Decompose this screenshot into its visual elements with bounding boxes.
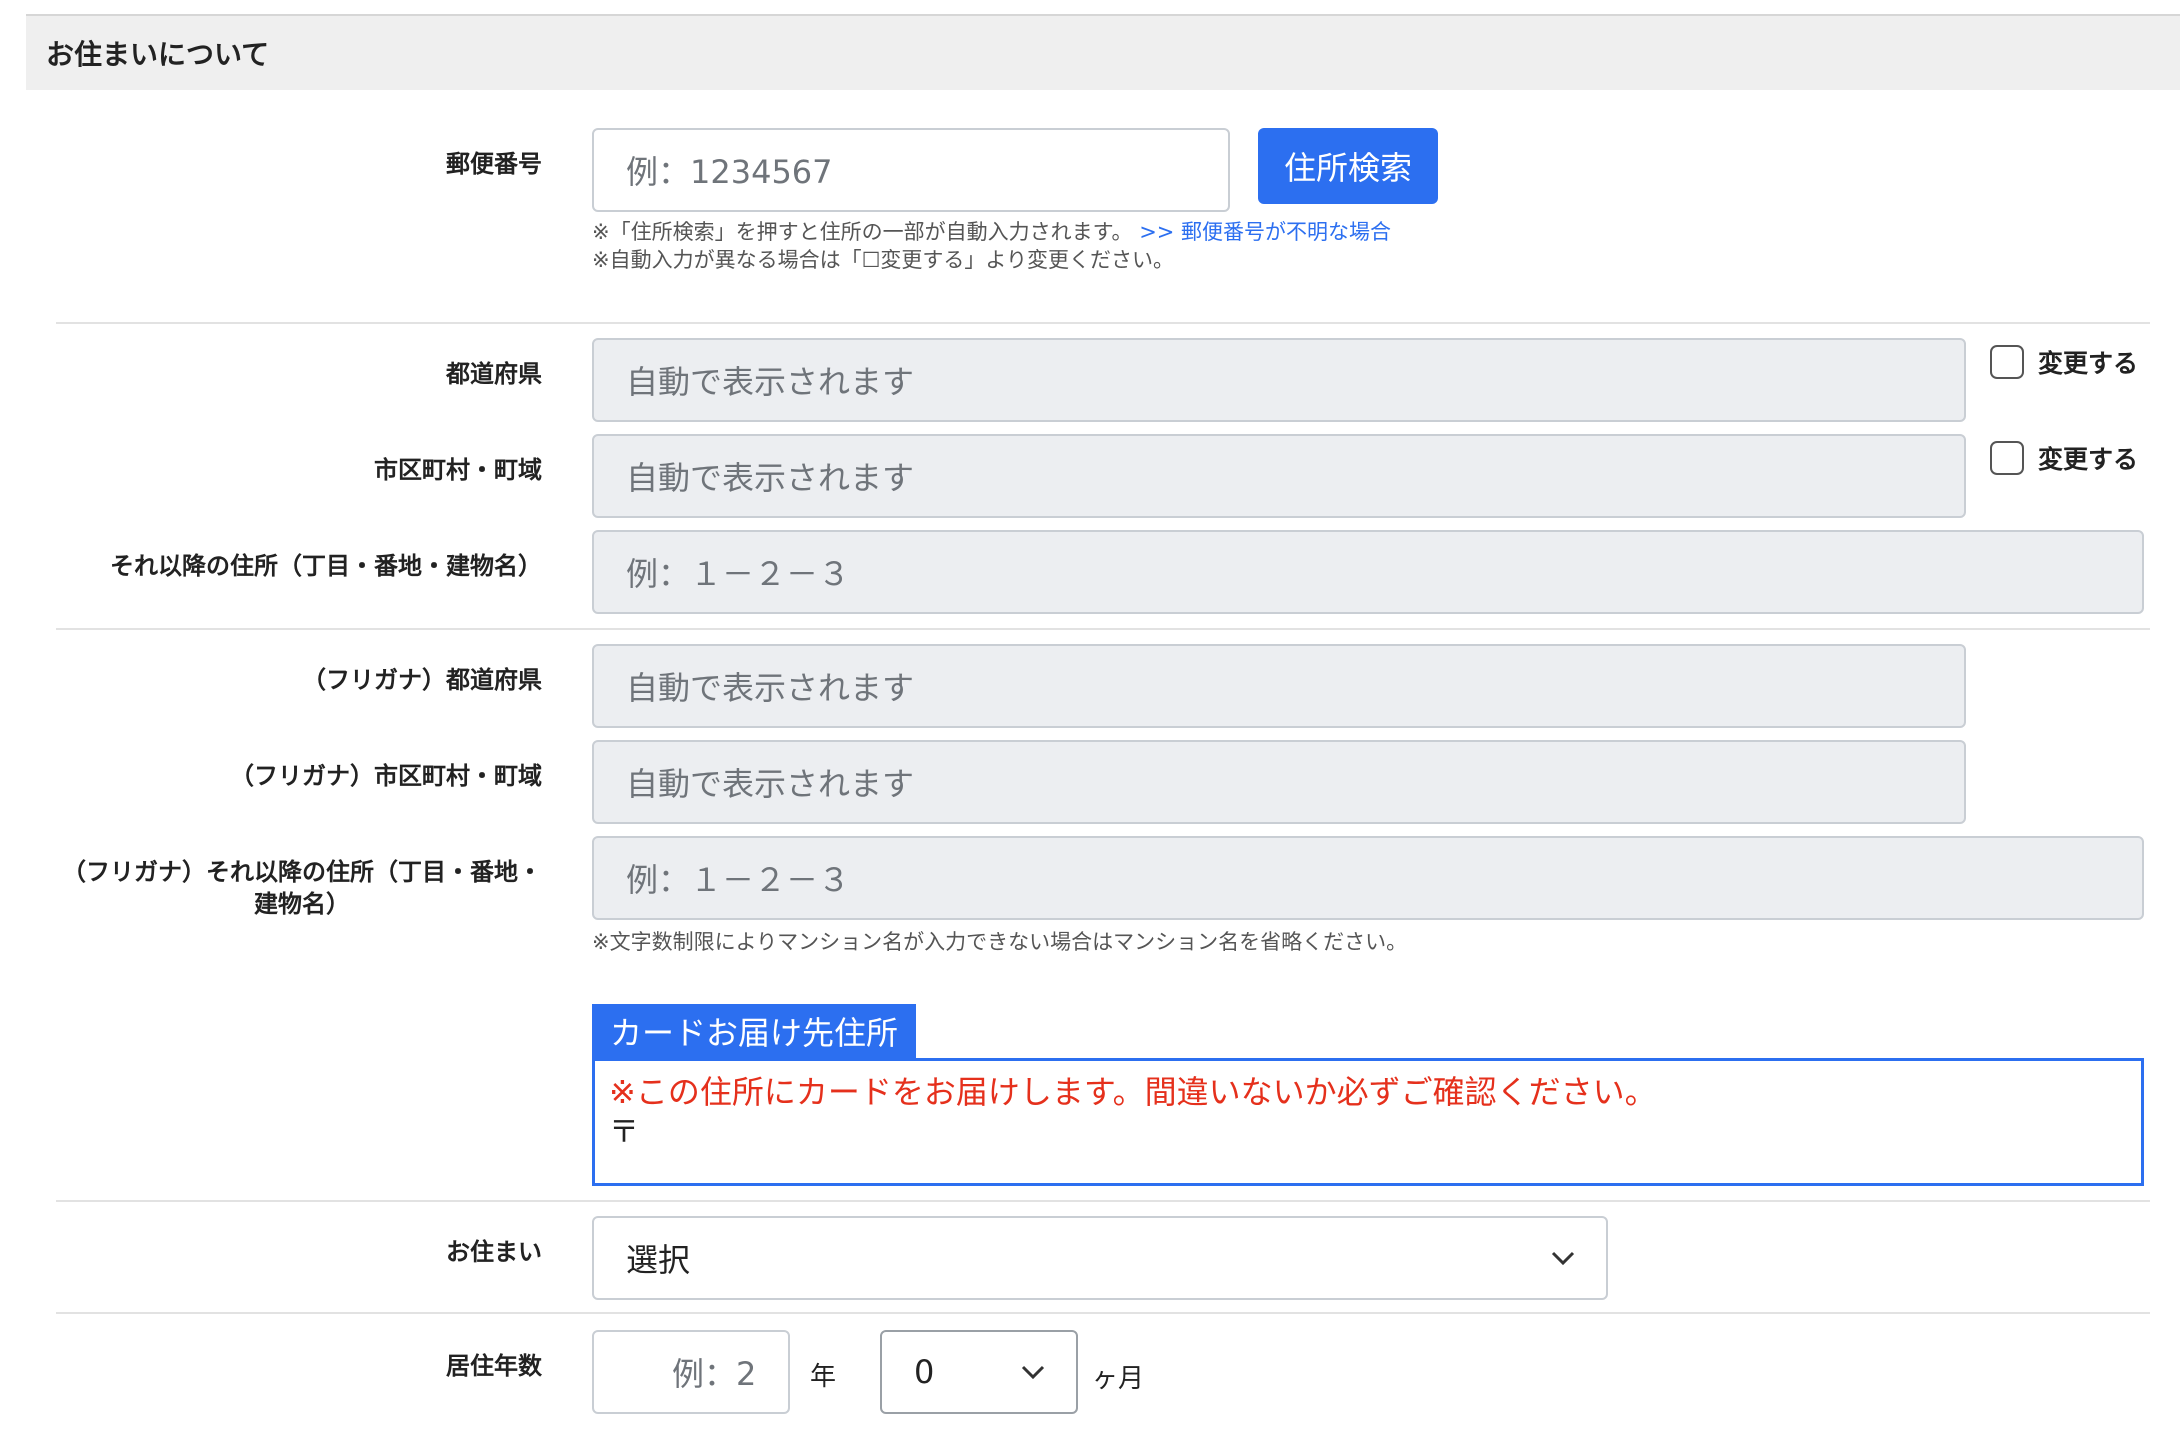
postal-note: ※「住所検索」を押すと住所の一部が自動入力されます。 >> 郵便番号が不明な場合	[592, 220, 1392, 244]
furigana-rest-label: （フリガナ）それ以降の住所（丁目・番地・建物名）	[62, 858, 542, 918]
divider	[56, 628, 2150, 630]
prefecture-change-checkbox[interactable]: 変更する	[1990, 344, 2138, 380]
rest-address-input[interactable]: 例：１－２－３	[592, 530, 2144, 614]
furigana-prefecture-label: （フリガナ）都道府県	[302, 666, 542, 694]
card-postal-mark: 〒	[609, 1115, 639, 1150]
city-label: 市区町村・町域	[374, 456, 542, 484]
rest-address-label: それ以降の住所（丁目・番地・建物名）	[110, 552, 542, 580]
divider	[56, 322, 2150, 324]
months-select[interactable]: 0	[880, 1330, 1078, 1414]
prefecture-label: 都道府県	[446, 360, 542, 388]
furigana-city-label: （フリガナ）市区町村・町域	[230, 762, 542, 790]
residence-selected: 選択	[626, 1241, 691, 1279]
furigana-rest-input[interactable]: 例：１－２－３	[592, 836, 2144, 920]
postal-code-input[interactable]: 例：1234567	[592, 128, 1230, 212]
postal-unknown-link[interactable]: >> 郵便番号が不明な場合	[1139, 220, 1391, 244]
years-input[interactable]: 例：2	[592, 1330, 790, 1414]
postal-note-2: ※自動入力が異なる場合は「☐変更する」より変更ください。	[592, 248, 1174, 272]
card-address-tag: カードお届け先住所	[592, 1004, 917, 1058]
furigana-prefecture-input[interactable]: 自動で表示されます	[592, 644, 1966, 728]
card-address-warning: ※この住所にカードをお届けします。間違いないか必ずご確認ください。	[609, 1073, 1657, 1111]
furigana-city-input[interactable]: 自動で表示されます	[592, 740, 1966, 824]
residence-select[interactable]: 選択	[592, 1216, 1608, 1300]
card-address-box: ※この住所にカードをお届けします。間違いないか必ずご確認ください。 〒	[592, 1058, 2144, 1186]
change-label[interactable]: 変更する	[2038, 440, 2138, 476]
years-label: 居住年数	[446, 1352, 542, 1380]
change-label[interactable]: 変更する	[2038, 344, 2138, 380]
chevron-down-icon	[1551, 1251, 1575, 1266]
divider	[56, 1312, 2150, 1314]
checkbox-box[interactable]	[1990, 441, 2024, 475]
divider	[56, 1200, 2150, 1202]
months-selected: 0	[914, 1353, 935, 1391]
city-change-checkbox[interactable]: 変更する	[1990, 440, 2138, 476]
postal-code-label: 郵便番号	[446, 150, 542, 178]
section-title: お住まいについて	[46, 38, 270, 71]
furigana-note: ※文字数制限によりマンション名が入力できない場合はマンション名を省略ください。	[592, 930, 1408, 954]
section-header: お住まいについて	[26, 16, 2180, 90]
years-unit: 年	[810, 1362, 837, 1392]
address-search-button[interactable]: 住所検索	[1258, 128, 1438, 204]
months-unit: ヶ月	[1092, 1364, 1145, 1394]
chevron-down-icon	[1021, 1365, 1045, 1380]
residence-label: お住まい	[446, 1238, 542, 1266]
city-input[interactable]: 自動で表示されます	[592, 434, 1966, 518]
prefecture-input[interactable]: 自動で表示されます	[592, 338, 1966, 422]
checkbox-box[interactable]	[1990, 345, 2024, 379]
